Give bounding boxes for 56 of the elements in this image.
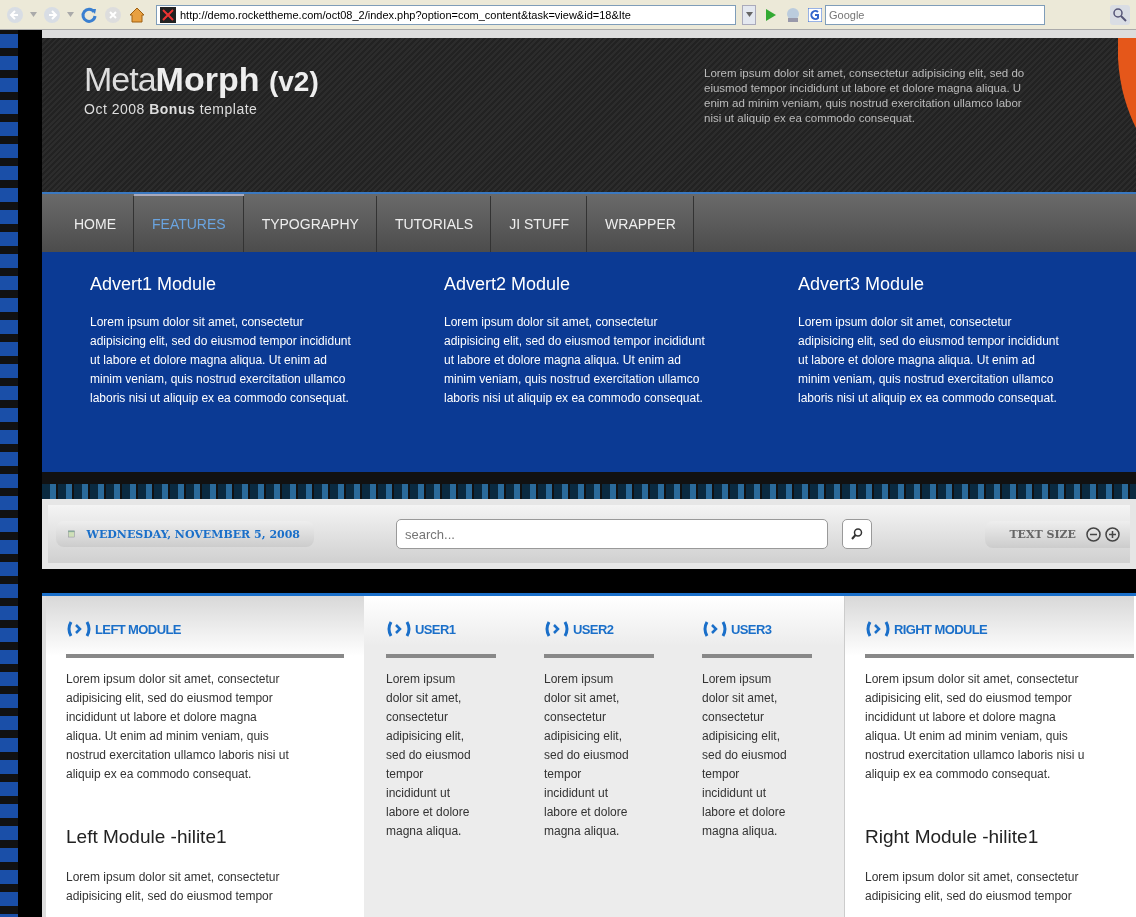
address-field[interactable]: http://demo.rockettheme.com/oct08_2/index.php?option=com_content&task=view&id=18&Ite bbox=[156, 4, 736, 25]
search-icon bbox=[850, 527, 864, 541]
increase-text-icon[interactable] bbox=[1105, 526, 1120, 542]
advert-text: Lorem ipsum dolor sit amet, consectetur adipisicing elit, sed do eiusmod tempor incididunt ut labore et dolore magna aliqua. Ut enim ad minim veniam, quis nostrud exercitation ullamco laboris nisi ut aliquip ex ea commodo consequat. bbox=[444, 314, 706, 407]
module-text: Lorem ipsum dolor sit amet, consectetur adipisicing elit, sed do eiusmod tempor incididunt ut labore et dolore magna aliqua. bbox=[544, 671, 630, 840]
intro-text-line: Lorem ipsum dolor sit amet, consectetur adipisicing elit, sed do bbox=[704, 66, 1025, 81]
caret-icon bbox=[745, 12, 753, 17]
chevron-icon bbox=[544, 621, 570, 637]
module-subtitle: Right Module -hilite1 bbox=[865, 826, 1040, 848]
dropdown-arrow-icon[interactable] bbox=[67, 12, 74, 17]
dropdown-arrow-icon[interactable] bbox=[30, 12, 37, 17]
intro-text-line: enim ad minim veniam, quis nostrud exercitation ullamco labor bbox=[704, 96, 1023, 111]
search-icon[interactable] bbox=[1110, 4, 1130, 25]
advert-text: Lorem ipsum dolor sit amet, consectetur adipisicing elit, sed do eiusmod tempor incididunt ut labore et dolore magna aliqua. Ut enim ad minim veniam, quis nostrud exercitation ullamco laboris nisi ut aliquip ex ea commodo consequat. bbox=[90, 314, 352, 407]
search-engine-field[interactable]: Google bbox=[825, 4, 1045, 25]
decrease-text-icon[interactable] bbox=[1086, 526, 1101, 542]
menu-item[interactable]: TYPOGRAPHY bbox=[243, 194, 377, 252]
home-icon[interactable] bbox=[128, 5, 146, 24]
module-title: USER3 bbox=[731, 621, 772, 637]
address-dropdown-button[interactable] bbox=[742, 4, 756, 25]
chevron-icon bbox=[702, 621, 728, 637]
advert-title: Advert2 Module bbox=[444, 274, 572, 295]
chevron-icon bbox=[386, 621, 412, 637]
menu-item[interactable]: JI STUFF bbox=[491, 194, 588, 252]
module-title: LEFT MODULE bbox=[95, 621, 181, 637]
page-curl-icon bbox=[1118, 38, 1136, 128]
chevron-icon bbox=[865, 621, 891, 637]
intro-text-line: nisi ut aliquip ex ea commodo consequat. bbox=[704, 111, 916, 126]
text-size-label: TEXT SIZE bbox=[1009, 527, 1076, 541]
module-text: Lorem ipsum dolor sit amet, consectetur adipisicing elit, sed do eiusmod tempor bbox=[865, 869, 1080, 905]
module-text: Lorem ipsum dolor sit amet, consectetur adipisicing elit, sed do eiusmod tempor incididunt ut labore et dolore magna aliqua. Ut enim ad minim veniam, quis nostrud exercitation ullamco laboris nisi u aliquip ex ea commodo consequat. bbox=[865, 671, 1086, 783]
menu-item[interactable]: TUTORIALS bbox=[376, 194, 492, 252]
module-subtitle: Left Module -hilite1 bbox=[66, 826, 228, 848]
advert-title: Advert1 Module bbox=[90, 274, 218, 295]
search-field[interactable]: search... bbox=[396, 519, 828, 549]
date-text: WEDNESDAY, NOVEMBER 5, 2008 bbox=[86, 527, 300, 541]
module-title: RIGHT MODULE bbox=[894, 621, 988, 637]
module-title: USER2 bbox=[573, 621, 614, 637]
refresh-icon[interactable] bbox=[80, 5, 98, 24]
module-text: Lorem ipsum dolor sit amet, consectetur adipisicing elit, sed do eiusmod tempor incididunt ut labore et dolore magna aliqua. bbox=[702, 671, 788, 840]
calendar-icon bbox=[68, 527, 75, 541]
module-text: Lorem ipsum dolor sit amet, consectetur adipisicing elit, sed do eiusmod tempor bbox=[66, 869, 281, 905]
advert-text: Lorem ipsum dolor sit amet, consectetur adipisicing elit, sed do eiusmod tempor incididunt ut labore et dolore magna aliqua. Ut enim ad minim veniam, quis nostrud exercitation ullamco laboris nisi ut aliquip ex ea commodo consequat. bbox=[798, 314, 1060, 407]
site-tagline: Oct 2008 Bonus template bbox=[84, 101, 259, 117]
search-button[interactable] bbox=[842, 519, 872, 549]
module-text: Lorem ipsum dolor sit amet, consectetur adipisicing elit, sed do eiusmod tempor incididunt ut labore et dolore magna aliqua. bbox=[386, 671, 472, 840]
intro-text-line: eiusmod tempor incididunt ut labore et dolore magna aliqua. U bbox=[704, 81, 1023, 96]
advert-title: Advert3 Module bbox=[798, 274, 926, 295]
search-engine-icon[interactable] bbox=[808, 7, 822, 22]
chevron-icon bbox=[66, 621, 92, 637]
module-title: USER1 bbox=[415, 621, 456, 637]
menu-item[interactable]: HOME bbox=[56, 194, 134, 252]
module-text: Lorem ipsum dolor sit amet, consectetur adipisicing elit, sed do eiusmod tempor incididunt ut labore et dolore magna aliqua. Ut enim ad minim veniam, quis nostrud exercitation ullamco laboris nisi ut aliquip ex ea commodo consequat. bbox=[66, 671, 290, 783]
site-icon bbox=[160, 6, 176, 23]
menu-item[interactable]: WRAPPER bbox=[587, 194, 694, 252]
site-logo[interactable]: MetaMorph (v2) bbox=[84, 60, 319, 99]
